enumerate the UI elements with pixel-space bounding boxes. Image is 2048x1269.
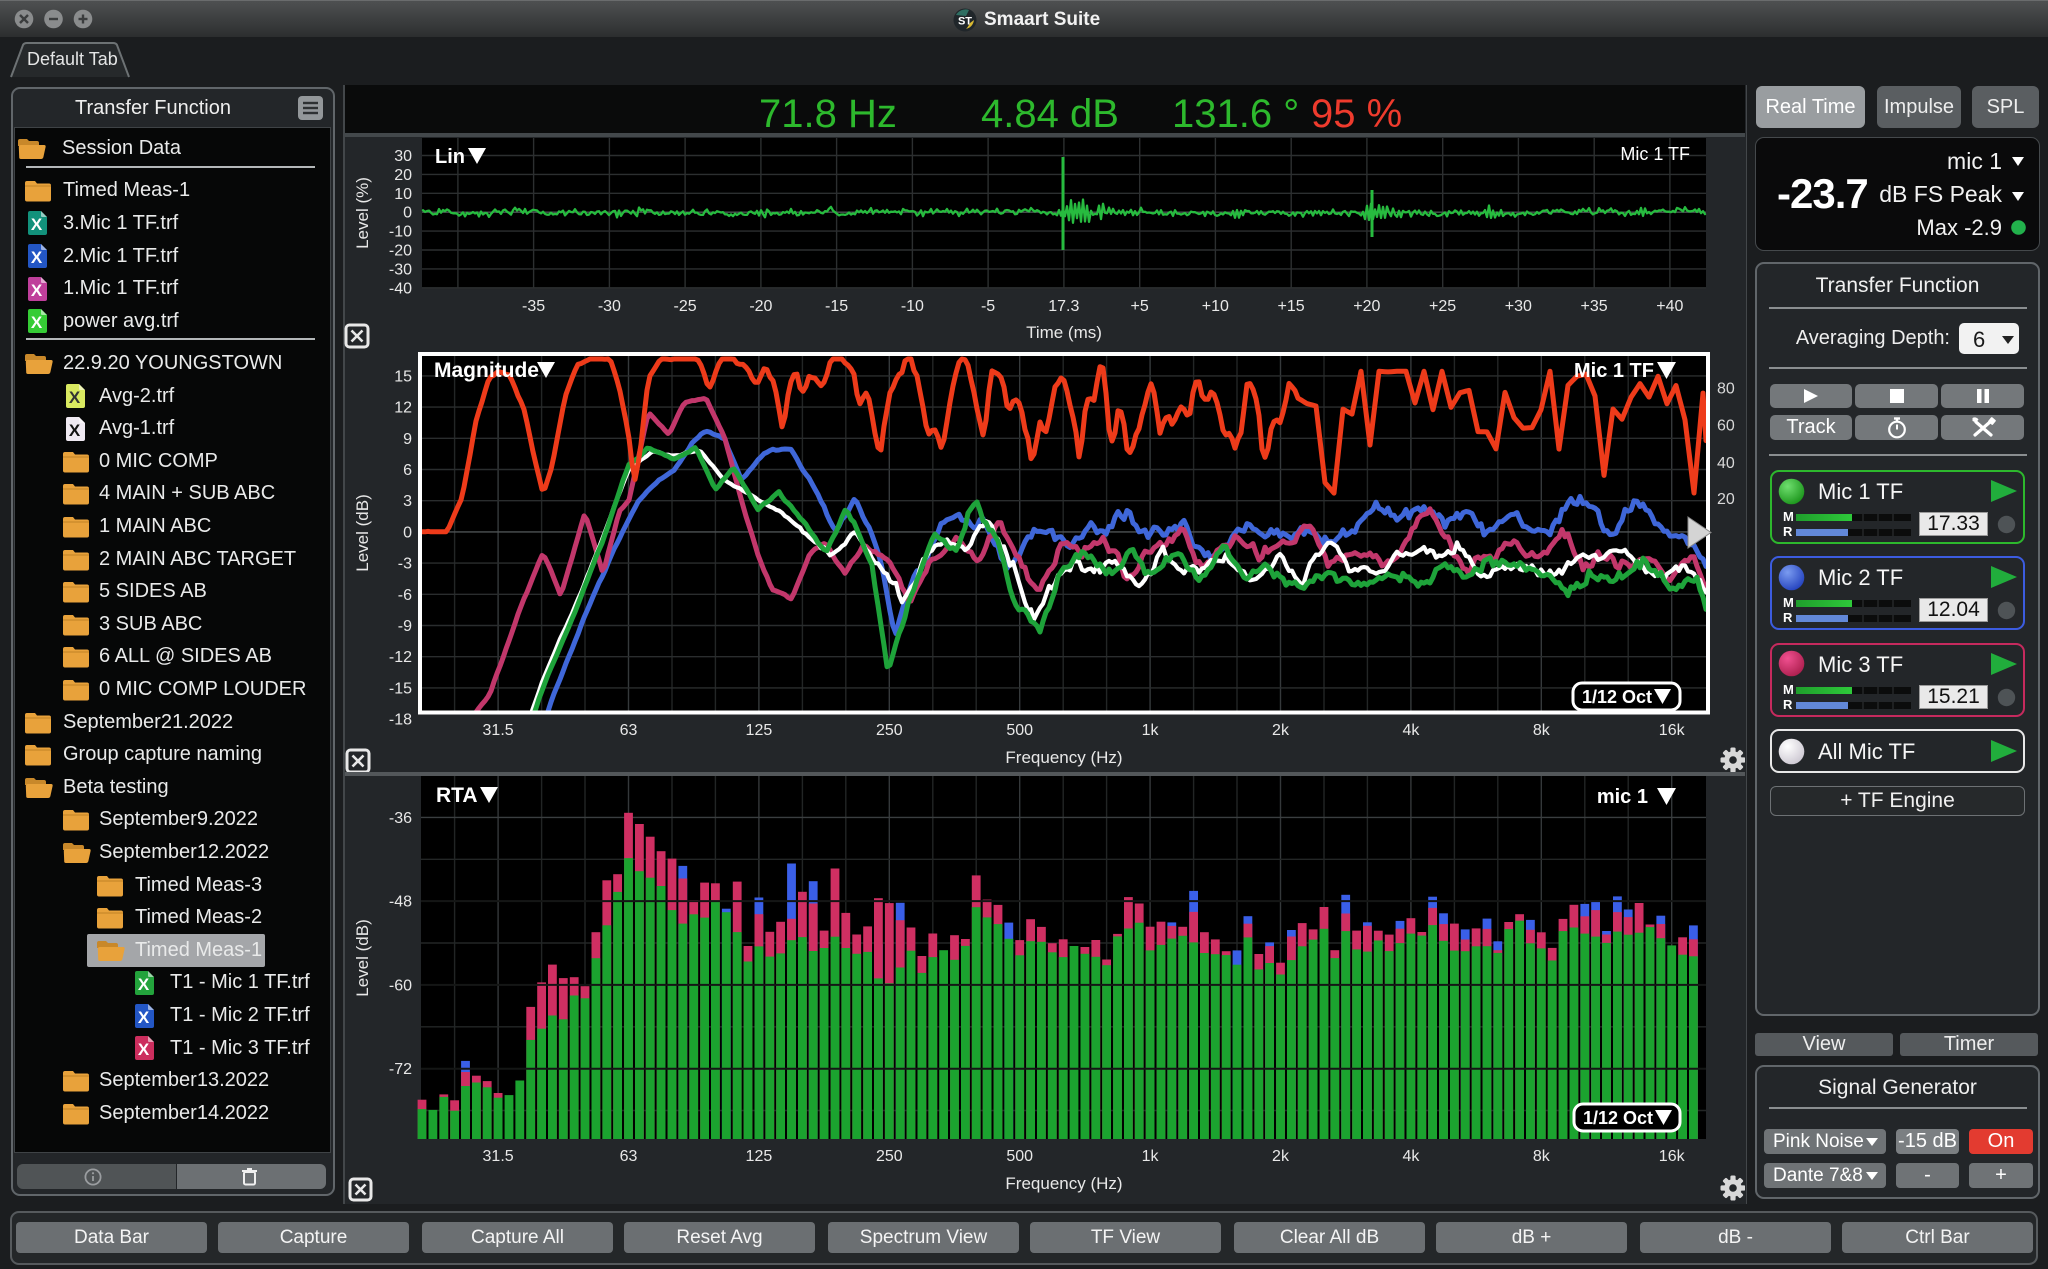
svg-text:Level (%): Level (%) [353,177,372,249]
svg-text:3: 3 [403,493,412,510]
svg-text:-36: -36 [389,810,412,827]
svg-text:31.5: 31.5 [483,722,514,739]
svg-text:0: 0 [403,205,412,222]
svg-text:-10: -10 [389,224,412,241]
svg-text:-18: -18 [389,712,412,729]
svg-text:10: 10 [394,186,412,203]
svg-text:X: X [138,1040,150,1059]
svg-text:-15: -15 [389,680,412,697]
svg-text:8k: 8k [1533,722,1551,739]
svg-text:-20: -20 [389,243,412,260]
svg-text:Lin: Lin [435,146,465,168]
svg-text:2k: 2k [1272,722,1290,739]
svg-text:2k: 2k [1272,1148,1290,1165]
svg-text:Magnitude: Magnitude [434,359,539,382]
svg-text:80: 80 [1717,380,1735,397]
svg-text:16k: 16k [1659,1148,1686,1165]
svg-text:-48: -48 [389,894,412,911]
svg-text:RTA: RTA [436,784,478,807]
svg-text:X: X [31,281,43,300]
svg-text:-30: -30 [389,261,412,278]
svg-text:63: 63 [620,1148,638,1165]
svg-text:+20: +20 [1353,298,1380,315]
svg-text:-40: -40 [389,280,412,297]
svg-text:-3: -3 [398,556,412,573]
svg-text:X: X [69,421,81,440]
svg-text:1k: 1k [1142,722,1160,739]
svg-text:500: 500 [1006,1148,1033,1165]
svg-text:+10: +10 [1202,298,1229,315]
svg-text:Mic 1 TF: Mic 1 TF [1620,144,1690,164]
svg-text:+35: +35 [1581,298,1608,315]
svg-text:6: 6 [403,462,412,479]
svg-text:-9: -9 [398,618,412,635]
svg-text:-30: -30 [598,298,621,315]
svg-text:40: 40 [1717,455,1735,472]
svg-text:-35: -35 [522,298,545,315]
svg-text:20: 20 [1717,491,1735,508]
svg-text:30: 30 [394,148,412,165]
svg-text:4k: 4k [1402,722,1420,739]
svg-text:1k: 1k [1142,1148,1160,1165]
svg-text:4k: 4k [1402,1148,1420,1165]
svg-text:8k: 8k [1533,1148,1551,1165]
svg-text:+40: +40 [1656,298,1683,315]
svg-text:+5: +5 [1130,298,1148,315]
svg-text:15: 15 [394,368,412,385]
svg-text:mic 1: mic 1 [1597,786,1648,808]
svg-text:Frequency (Hz): Frequency (Hz) [1005,1174,1122,1193]
svg-text:9: 9 [403,431,412,448]
svg-text:Level (dB): Level (dB) [353,919,372,996]
svg-text:125: 125 [746,1148,773,1165]
svg-text:Time (ms): Time (ms) [1026,323,1102,342]
svg-text:63: 63 [620,722,638,739]
svg-text:125: 125 [746,722,773,739]
svg-text:31.5: 31.5 [483,1148,514,1165]
svg-text:-72: -72 [389,1061,412,1078]
svg-text:20: 20 [394,167,412,184]
svg-text:Frequency (Hz): Frequency (Hz) [1005,748,1122,767]
svg-text:ST: ST [958,16,972,28]
svg-text:-6: -6 [398,587,412,604]
svg-text:-20: -20 [749,298,772,315]
svg-text:1/12 Oct: 1/12 Oct [1583,1108,1653,1128]
svg-text:60: 60 [1717,418,1735,435]
svg-text:X: X [138,975,150,994]
svg-text:X: X [31,215,43,234]
svg-text:16k: 16k [1659,722,1686,739]
svg-text:+15: +15 [1278,298,1305,315]
svg-text:+25: +25 [1429,298,1456,315]
svg-text:Mic 1 TF: Mic 1 TF [1574,360,1654,382]
svg-text:X: X [69,388,81,407]
svg-text:17.3: 17.3 [1048,298,1079,315]
svg-text:X: X [31,248,43,267]
svg-text:-12: -12 [389,649,412,666]
svg-text:X: X [31,313,43,332]
svg-text:+30: +30 [1505,298,1532,315]
svg-text:250: 250 [876,722,903,739]
svg-text:250: 250 [876,1148,903,1165]
svg-text:1/12 Oct: 1/12 Oct [1582,687,1652,707]
svg-text:-15: -15 [825,298,848,315]
svg-text:X: X [138,1008,150,1027]
svg-text:500: 500 [1006,722,1033,739]
svg-text:-10: -10 [901,298,924,315]
svg-text:Level (dB): Level (dB) [353,494,372,571]
svg-text:-60: -60 [389,977,412,994]
svg-text:-25: -25 [674,298,697,315]
svg-text:0: 0 [403,524,412,541]
svg-text:12: 12 [394,400,412,417]
svg-text:-5: -5 [981,298,995,315]
